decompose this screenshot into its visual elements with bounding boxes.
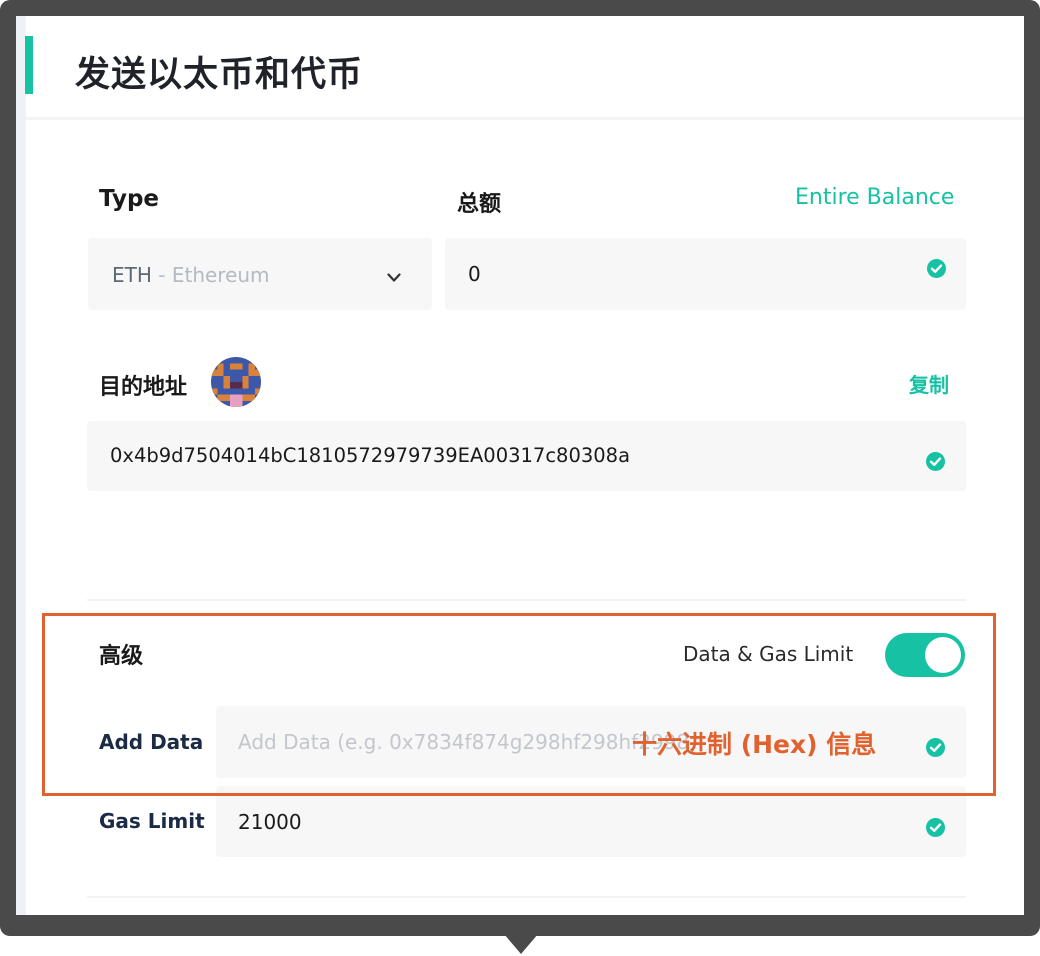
hex-annotation-text: 十六进制 (Hex) 信息 xyxy=(632,730,877,759)
check-circle-icon xyxy=(926,452,945,471)
type-name: - Ethereum xyxy=(151,263,270,287)
type-label: Type xyxy=(99,186,160,212)
tooltip-pointer xyxy=(504,934,538,954)
gas-limit-label: Gas Limit xyxy=(99,809,205,833)
type-select-value: ETH - Ethereum xyxy=(112,263,270,287)
entire-balance-link[interactable]: Entire Balance xyxy=(795,185,954,210)
amount-value: 0 xyxy=(468,262,481,286)
destination-address-value: 0x4b9d7504014bC1810572979739EA00317c8030… xyxy=(110,444,631,467)
type-symbol: ETH xyxy=(112,263,152,287)
copy-address-link[interactable]: 复制 xyxy=(909,369,949,398)
title-divider xyxy=(26,117,1024,120)
gas-limit-value: 21000 xyxy=(238,810,302,834)
page-title: 发送以太币和代币 xyxy=(75,55,364,95)
title-accent-bar xyxy=(25,36,33,94)
section-divider xyxy=(87,896,966,898)
annotation-highlight-box xyxy=(42,613,996,796)
side-strip xyxy=(16,16,26,915)
chevron-down-icon xyxy=(387,268,401,287)
destination-address-field[interactable]: 0x4b9d7504014bC1810572979739EA00317c8030… xyxy=(87,421,966,491)
gas-limit-input[interactable]: 21000 xyxy=(216,786,966,857)
check-circle-icon xyxy=(926,818,945,837)
type-select[interactable]: ETH - Ethereum xyxy=(88,238,432,310)
amount-label: 总额 xyxy=(457,192,502,217)
identicon-avatar xyxy=(211,357,261,407)
destination-label: 目的地址 xyxy=(99,375,188,400)
send-panel: 发送以太币和代币 Type 总额 Entire Balance ETH - Et… xyxy=(16,16,1024,915)
amount-field[interactable]: 0 xyxy=(445,238,966,310)
section-divider xyxy=(87,599,966,601)
check-circle-icon xyxy=(927,259,946,278)
